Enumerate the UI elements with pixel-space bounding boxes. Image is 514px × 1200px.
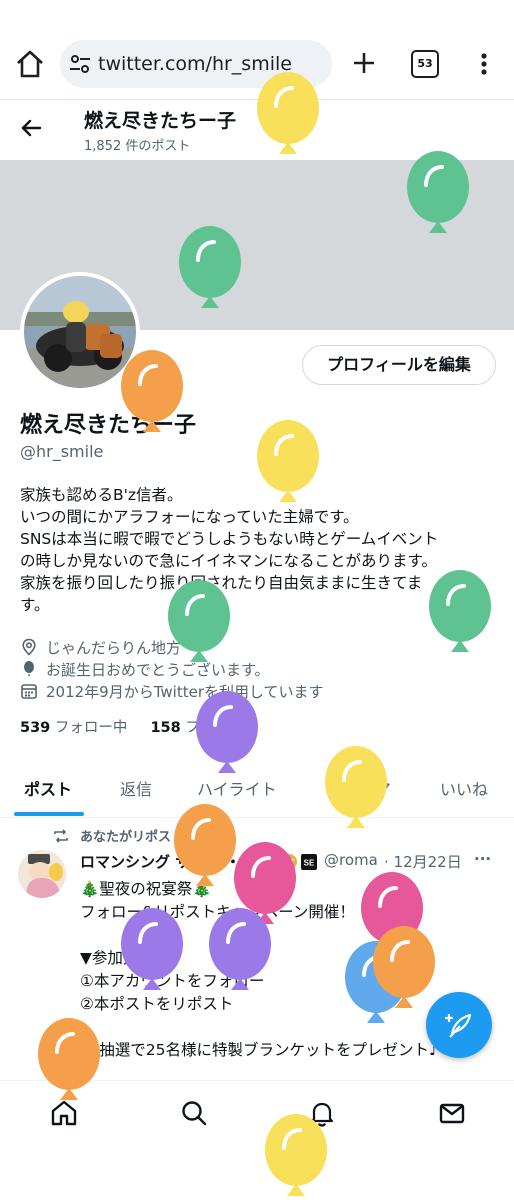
address-bar[interactable]: twitter.com/hr_smile: [60, 40, 332, 88]
home-icon[interactable]: [14, 47, 46, 81]
balloon-icon: [24, 661, 34, 676]
post-line: [80, 1016, 439, 1039]
post-count: 1,852 件のポスト: [84, 139, 191, 154]
more-vertical-icon[interactable]: [472, 49, 496, 79]
svg-text:SE: SE: [304, 859, 315, 868]
post-author-name[interactable]: ロマンシング サガ リ・ユ: [80, 851, 255, 872]
tab-likes[interactable]: いいね: [440, 776, 488, 800]
compose-post-button[interactable]: [426, 992, 492, 1058]
location-row: じゃんだらりん地方: [20, 636, 320, 658]
plus-icon[interactable]: [350, 48, 378, 78]
bio-line: いつの間にかアラフォーになっていた主婦です。: [20, 508, 359, 526]
birthday-row: お誕生日おめでとうございます。: [20, 658, 340, 680]
following-count: 539: [20, 720, 51, 736]
followers-label: フォロワー: [185, 720, 258, 736]
verified-badge-icon: [281, 854, 297, 870]
affiliate-badge-icon: SE: [301, 854, 317, 870]
tab-switcher-icon[interactable]: 53: [411, 50, 439, 78]
bottom-navigation: [0, 1080, 514, 1142]
notifications-icon[interactable]: [308, 1099, 336, 1127]
url-text: twitter.com/hr_smile: [98, 53, 292, 75]
user-handle: @hr_smile: [20, 442, 104, 461]
followers-link[interactable]: 158 フォロワー: [150, 720, 257, 736]
tab-replies[interactable]: 返信: [120, 776, 152, 800]
following-link[interactable]: 539 フォロー中: [20, 720, 127, 736]
repost-note-text: あなたがリポストしました: [80, 830, 237, 845]
messages-icon[interactable]: [438, 1099, 466, 1127]
follow-stats: 539 フォロー中 158 フォロワー: [20, 716, 258, 737]
search-icon[interactable]: [180, 1099, 208, 1127]
post-line: ②本ポストをリポスト: [80, 995, 234, 1013]
edit-profile-button[interactable]: プロフィールを編集: [302, 345, 496, 385]
tab-media[interactable]: メディア: [328, 776, 391, 800]
profile-tabs: ポスト 返信 ハイライト メディア いいね: [0, 760, 514, 818]
feather-plus-icon: [445, 1013, 472, 1038]
profile-bio: 家族も認めるB'z信者。 いつの間にかアラフォーになっていた主婦です。 SNSは…: [20, 484, 498, 616]
repost-icon: [54, 829, 68, 843]
calendar-icon: [21, 684, 37, 699]
post-date[interactable]: · 12月22日: [384, 851, 462, 872]
birthday-text: お誕生日おめでとうございます。: [46, 661, 270, 679]
post-line: 🎁抽選で25名様に特製ブランケットをプレゼント♪: [80, 1041, 439, 1059]
post-line: 🎄聖夜の祝宴祭🎄: [80, 880, 212, 898]
profile-avatar[interactable]: [20, 272, 140, 392]
joined-row: 2012年9月からTwitterを利用しています: [20, 680, 380, 702]
bio-line: SNSは本当に暇で暇でどうしようもない時とゲームイベント: [20, 530, 439, 548]
location-pin-icon: [22, 638, 36, 656]
post-line: [80, 924, 439, 947]
bio-line: 家族を振り回したり振り回されたり自由気ままに生きてま: [20, 574, 423, 592]
location-text: じゃんだらりん地方: [46, 639, 182, 657]
post-line: ▼参加方法: [80, 949, 154, 967]
repost-indicator: あなたがリポストしました: [52, 826, 272, 846]
post-line: フォロー&リポストキャンペーン開催！: [80, 903, 355, 921]
more-options-icon[interactable]: ···: [474, 850, 491, 868]
post-header: ロマンシング サガ リ・ユ SE @roma · 12月22日 ···: [80, 850, 500, 874]
post-author-handle[interactable]: @roma: [324, 851, 378, 869]
joined-text: 2012年9月からTwitterを利用しています: [46, 683, 324, 701]
followers-count: 158: [150, 720, 181, 736]
tab-highlights[interactable]: ハイライト: [197, 776, 277, 800]
site-settings-icon[interactable]: [68, 52, 92, 76]
bio-line: す。: [20, 596, 50, 614]
back-arrow-icon[interactable]: [16, 113, 46, 143]
post-author-avatar[interactable]: [18, 850, 66, 898]
bio-line: 家族も認めるB'z信者。: [20, 486, 183, 504]
home-icon[interactable]: [50, 1099, 78, 1127]
tab-posts[interactable]: ポスト: [24, 776, 72, 800]
bio-line: の時しか見ないので急にイイネマンになることがあります。: [20, 552, 437, 570]
active-tab-indicator: [14, 812, 84, 816]
post-body[interactable]: 🎄聖夜の祝宴祭🎄 フォロー&リポストキャンペーン開催！ ▼参加方法 ①本アカウン…: [80, 878, 439, 1062]
browser-toolbar: twitter.com/hr_smile 53: [0, 0, 514, 100]
post-line: ①本アカウントをフォロー: [80, 972, 265, 990]
header-title: 燃え尽きたちー子: [84, 110, 237, 132]
following-label: フォロー中: [54, 720, 128, 736]
display-name: 燃え尽きたちー子: [20, 413, 197, 438]
